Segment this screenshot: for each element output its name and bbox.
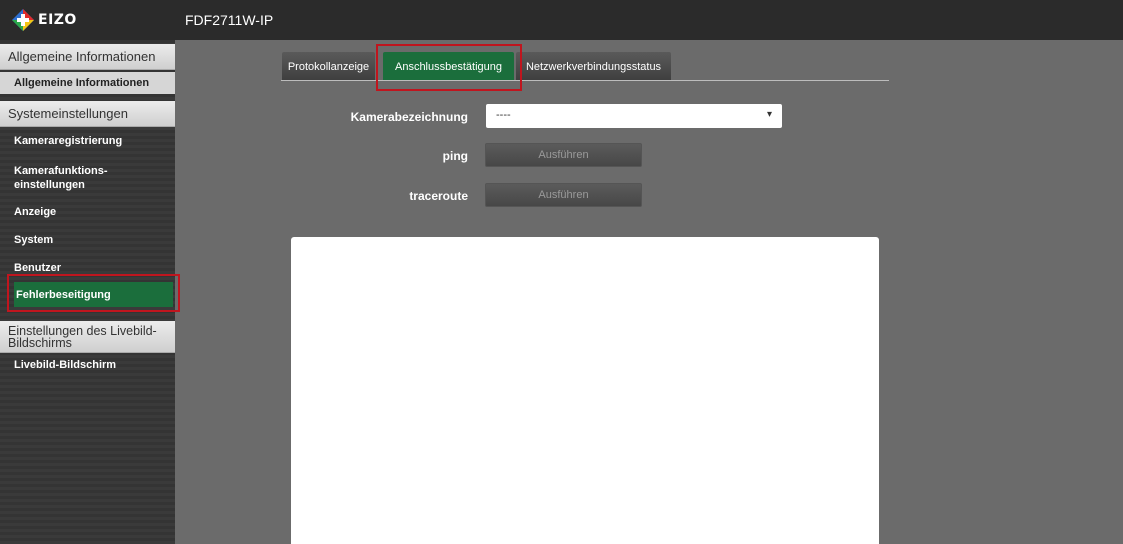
traceroute-execute-button[interactable]: Ausführen [485, 183, 642, 207]
chevron-down-icon: ▾ [766, 109, 772, 120]
sidebar-section-live-view-settings[interactable]: Einstellungen des Livebild-Bildschirms [0, 321, 175, 353]
tab-divider [281, 80, 889, 81]
sidebar-highlight-frame [7, 274, 180, 312]
eizo-logo-icon [12, 9, 34, 31]
sidebar-section-general-info[interactable]: Allgemeine Informationen [0, 44, 175, 70]
traceroute-label: traceroute [409, 189, 468, 203]
camera-name-value: ---- [496, 109, 511, 121]
tab-network-status[interactable]: Netzwerkverbindungsstatus [516, 52, 671, 81]
ping-label: ping [442, 149, 468, 163]
sidebar-item-general-info[interactable]: Allgemeine Informationen [0, 72, 175, 94]
eizo-logo: EIZO [0, 0, 175, 40]
sidebar-item-live-view-screen[interactable]: Livebild-Bildschirm [0, 359, 175, 375]
camera-name-label: Kamerabezeichnung [350, 110, 468, 124]
ping-execute-button[interactable]: Ausführen [485, 143, 642, 167]
camera-name-select[interactable]: ---- ▾ [486, 104, 782, 128]
sidebar-section-system-settings[interactable]: Systemeinstellungen [0, 101, 175, 127]
logo-text: EIZO [38, 12, 77, 28]
tab-log-display[interactable]: Protokollanzeige [282, 52, 375, 81]
tab-highlight-frame [376, 44, 522, 91]
sidebar-item-system[interactable]: System [0, 234, 175, 250]
sidebar-item-camera-registration[interactable]: Kameraregistrierung [0, 135, 175, 151]
model-name: FDF2711W-IP [185, 12, 274, 28]
sidebar-item-camera-function-settings[interactable]: Kamerafunktions-einstellungen [0, 164, 110, 192]
sidebar-item-display[interactable]: Anzeige [0, 206, 175, 222]
result-output-area [291, 237, 879, 544]
top-bar: EIZO FDF2711W-IP [0, 0, 1123, 40]
